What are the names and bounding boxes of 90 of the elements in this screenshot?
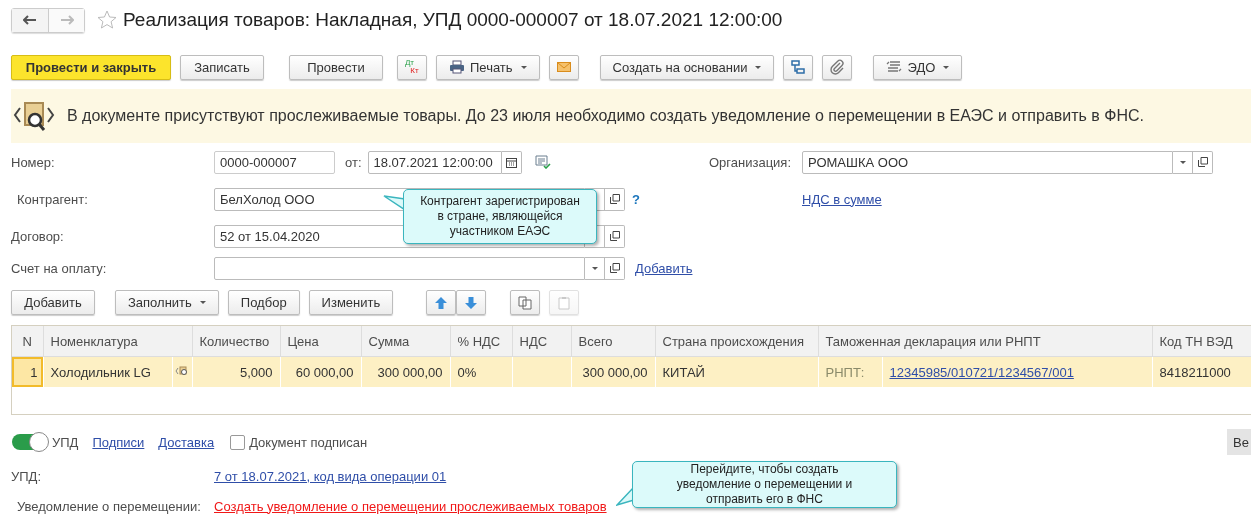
document-check-icon[interactable] [534,155,551,169]
star-icon[interactable] [97,10,117,30]
field-label: Номер: [11,154,56,170]
post-button[interactable]: Провести [289,54,383,80]
create-notice-link[interactable]: Создать уведомление о перемещении прослеживаемых товаров [214,498,607,514]
table-cell: 1 [12,356,43,387]
attach-button[interactable] [822,54,853,80]
structure-button[interactable] [783,54,814,80]
table-cell: 60 000,00 [280,356,361,387]
move-up-button[interactable] [426,290,457,315]
field-label: Договор: [11,228,65,244]
window-title: Реализация товаров: Накладная, УПД 0000-000007 от 18.07.2021 12:00:00 [123,9,783,31]
footer-link[interactable]: Доставка [158,434,215,450]
printer-icon [449,60,465,74]
add-button[interactable]: Добавить [11,290,95,315]
pick-button[interactable]: Подбор [227,290,300,315]
open-icon [609,231,620,241]
edit-button[interactable]: Изменить [308,290,394,315]
save-button[interactable]: Записать [180,54,264,80]
open-icon [609,263,620,273]
structure-icon [790,59,807,75]
help-link[interactable]: ? [632,191,640,207]
field-label: Контрагент: [16,191,89,207]
copy-icon [518,295,533,310]
down-arrow-icon [465,296,478,309]
print-button[interactable]: Печать [436,54,540,80]
open-button[interactable] [605,256,625,280]
column-header[interactable]: Таможенная декларация или РНПТ [818,326,1152,357]
toggle-label: УПД [52,434,79,450]
field-label: Организация: [709,154,793,170]
fill-button[interactable]: Заполнить [115,290,219,315]
add-link[interactable]: Добавить [635,260,693,276]
calendar-button[interactable] [501,150,522,174]
column-header[interactable]: Всего [571,326,655,357]
table-cell: 300 000,00 [361,356,450,387]
number-field[interactable]: 0000-000007 [214,150,335,174]
open-icon [609,194,620,204]
table-cell: 8418211000 [1152,356,1251,387]
copy-button[interactable] [510,290,541,315]
table-cell: 5,000 [192,356,280,387]
column-header[interactable]: НДС [512,326,571,357]
column-header[interactable]: Номенклатура [43,326,192,357]
column-header[interactable]: Страна происхождения [655,326,818,357]
open-button[interactable] [605,224,625,248]
column-header[interactable]: Код ТН ВЭД [1152,326,1251,357]
move-down-button[interactable] [456,290,487,315]
table-cell: РНПТ: [818,356,882,387]
calendar-icon [505,156,517,168]
organization-field[interactable]: РОМАШКА ООО [802,150,1173,174]
back-arrow-icon [23,15,37,25]
side-button[interactable]: Ве [1227,429,1251,455]
create-based-on-button[interactable]: Создать на основании [599,54,775,80]
post-and-close-button[interactable]: Провести и закрыть [11,54,171,80]
open-icon [1197,157,1208,167]
table-cell: Холодильник LG [43,356,172,387]
banner-message: В документе присутствуют прослеживаемые товары. До 23 июля необходимо создать уведомление о перемещении в ЕАЭС и отправить в ФНС. [67,107,1144,125]
table-cell: 300 000,00 [571,356,655,387]
vat-link[interactable]: НДС в сумме [802,191,882,207]
edo-button[interactable]: ЭДО [873,54,963,80]
callout-tooltip: Контрагент зарегистрирован в стране, являющейся участником ЕАЭС [403,189,597,244]
open-button[interactable] [1193,150,1213,174]
back-button[interactable] [12,8,48,32]
invoice-field[interactable] [214,256,585,280]
upd-toggle[interactable] [12,434,48,450]
column-header[interactable]: Количество [192,326,280,357]
field-label: Счет на оплату: [11,260,108,276]
dt-kt-button[interactable]: Дт Кт [397,54,427,80]
document-exchange-icon [886,60,903,74]
column-header[interactable]: N [12,326,43,357]
table-cell: КИТАЙ [655,356,818,387]
open-button[interactable] [605,187,625,211]
checkbox-label: Документ подписан [249,434,368,450]
field-label: Уведомление о перемещении: [16,498,202,514]
field-label: УПД: [11,468,43,484]
footer-link[interactable]: Подписи [92,434,145,450]
clipboard-icon [557,295,572,310]
up-arrow-icon [435,296,448,309]
envelope-icon [556,62,571,72]
column-header[interactable]: Сумма [361,326,450,357]
table-cell: 0% [450,356,512,387]
callout-tooltip: Перейдите, чтобы создать уведомление о перемещении и отправить его в ФНС [632,461,897,508]
field-label: от: [345,154,362,170]
column-header[interactable]: Цена [280,326,361,357]
paperclip-icon [830,59,845,75]
column-header[interactable]: % НДС [450,326,512,357]
signed-checkbox[interactable] [230,434,246,450]
forward-arrow-icon [59,15,74,25]
email-button[interactable] [548,54,579,80]
upd-link[interactable]: 7 от 18.07.2021, код вида операции 01 [214,468,447,484]
date-field[interactable]: 18.07.2021 12:00:00 [367,150,502,174]
